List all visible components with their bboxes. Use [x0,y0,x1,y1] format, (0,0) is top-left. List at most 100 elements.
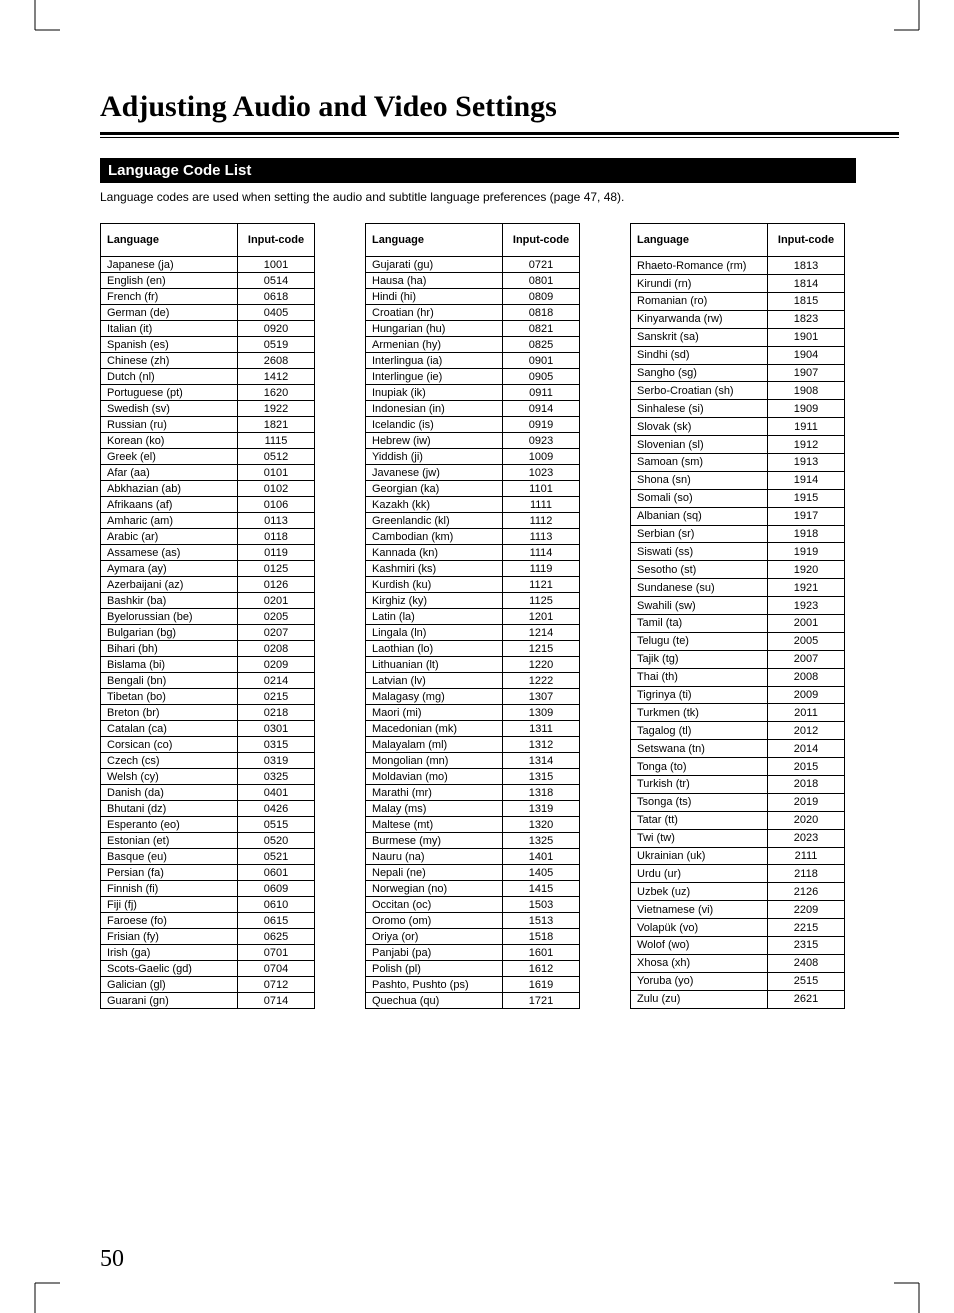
code-cell: 1921 [768,579,845,597]
language-cell: English (en) [101,273,238,289]
language-cell: Spanish (es) [101,337,238,353]
table-row: Sesotho (st)1920 [631,561,845,579]
table-row: Kirghiz (ky)1125 [366,593,580,609]
code-cell: 0701 [238,945,315,961]
language-cell: Tatar (tt) [631,811,768,829]
table-row: Shona (sn)1914 [631,471,845,489]
code-cell: 1312 [503,737,580,753]
table-row: Xhosa (xh)2408 [631,954,845,972]
table-row: Tagalog (tl)2012 [631,722,845,740]
code-cell: 1815 [768,292,845,310]
code-cell: 1325 [503,833,580,849]
table-row: Hungarian (hu)0821 [366,321,580,337]
language-cell: Quechua (qu) [366,993,503,1009]
table-row: Esperanto (eo)0515 [101,817,315,833]
table-row: English (en)0514 [101,273,315,289]
code-cell: 0714 [238,993,315,1009]
code-cell: 1201 [503,609,580,625]
table-row: Dutch (nl)1412 [101,369,315,385]
language-cell: Oriya (or) [366,929,503,945]
language-cell: Maltese (mt) [366,817,503,833]
table-row: Tigrinya (ti)2009 [631,686,845,704]
table-row: Amharic (am)0113 [101,513,315,529]
table-row: Persian (fa)0601 [101,865,315,881]
table-row: Slovak (sk)1911 [631,418,845,436]
language-cell: Twi (tw) [631,829,768,847]
table-row: Mongolian (mn)1314 [366,753,580,769]
language-cell: Pashto, Pushto (ps) [366,977,503,993]
language-code-table-3: LanguageInput-codeRhaeto-Romance (rm)181… [630,223,845,1009]
language-cell: Tamil (ta) [631,615,768,633]
code-cell: 1405 [503,865,580,881]
table-row: Tibetan (bo)0215 [101,689,315,705]
language-cell: Latvian (lv) [366,673,503,689]
table-row: Hausa (ha)0801 [366,273,580,289]
language-cell: Assamese (as) [101,545,238,561]
language-cell: Sangho (sg) [631,364,768,382]
code-cell: 0609 [238,881,315,897]
language-cell: Kinyarwanda (rw) [631,310,768,328]
code-cell: 1920 [768,561,845,579]
language-cell: Irish (ga) [101,945,238,961]
language-cell: Kannada (kn) [366,545,503,561]
language-cell: Icelandic (is) [366,417,503,433]
language-cell: Basque (eu) [101,849,238,865]
table-row: Bulgarian (bg)0207 [101,625,315,641]
language-cell: Gujarati (gu) [366,257,503,273]
code-cell: 2023 [768,829,845,847]
language-cell: Corsican (co) [101,737,238,753]
language-cell: Kirundi (rn) [631,275,768,293]
code-cell: 1101 [503,481,580,497]
language-cell: Turkish (tr) [631,776,768,794]
code-cell: 0809 [503,289,580,305]
table-row: Panjabi (pa)1601 [366,945,580,961]
table-row: Marathi (mr)1318 [366,785,580,801]
code-cell: 2315 [768,937,845,955]
code-cell: 2001 [768,615,845,633]
table-row: Tajik (tg)2007 [631,650,845,668]
code-cell: 1113 [503,529,580,545]
language-cell: Malay (ms) [366,801,503,817]
code-cell: 2012 [768,722,845,740]
language-tables-container: LanguageInput-codeJapanese (ja)1001Engli… [100,223,899,1009]
code-cell: 0426 [238,801,315,817]
language-cell: Burmese (my) [366,833,503,849]
code-cell: 1309 [503,705,580,721]
code-cell: 0519 [238,337,315,353]
table-row: Bashkir (ba)0201 [101,593,315,609]
code-cell: 0125 [238,561,315,577]
language-cell: French (fr) [101,289,238,305]
language-cell: Catalan (ca) [101,721,238,737]
table-row: Kazakh (kk)1111 [366,497,580,513]
language-cell: Japanese (ja) [101,257,238,273]
table-row: Malayalam (ml)1312 [366,737,580,753]
code-cell: 0301 [238,721,315,737]
code-cell: 1813 [768,257,845,275]
table-row: Corsican (co)0315 [101,737,315,753]
code-cell: 0704 [238,961,315,977]
table-row: Portuguese (pt)1620 [101,385,315,401]
language-cell: Vietnamese (vi) [631,901,768,919]
language-cell: Thai (th) [631,668,768,686]
code-cell: 1620 [238,385,315,401]
code-cell: 0102 [238,481,315,497]
language-cell: Fiji (fj) [101,897,238,913]
table-row: Latin (la)1201 [366,609,580,625]
table-row: Bihari (bh)0208 [101,641,315,657]
table-row: Tamil (ta)2001 [631,615,845,633]
language-cell: Hungarian (hu) [366,321,503,337]
language-cell: Breton (br) [101,705,238,721]
language-cell: Occitan (oc) [366,897,503,913]
language-cell: Malagasy (mg) [366,689,503,705]
code-cell: 2209 [768,901,845,919]
code-cell: 2215 [768,919,845,937]
language-cell: Urdu (ur) [631,865,768,883]
language-cell: Bulgarian (bg) [101,625,238,641]
table-row: Afar (aa)0101 [101,465,315,481]
language-cell: Greenlandic (kl) [366,513,503,529]
language-code-table-2: LanguageInput-codeGujarati (gu)0721Hausa… [365,223,580,1009]
divider-thick [100,132,899,135]
language-cell: Maori (mi) [366,705,503,721]
language-cell: Croatian (hr) [366,305,503,321]
code-cell: 0610 [238,897,315,913]
